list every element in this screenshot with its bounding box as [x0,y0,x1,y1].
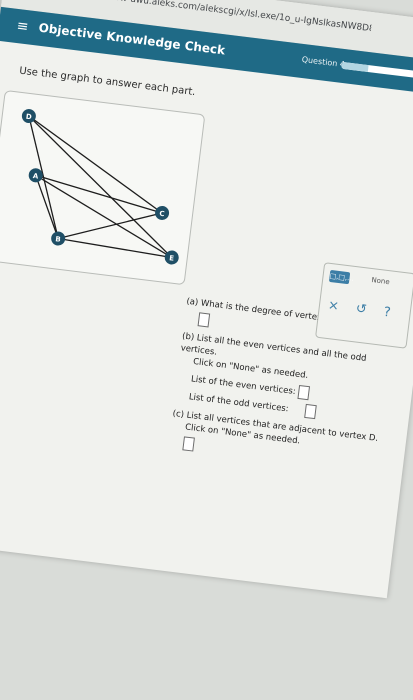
main-content: Use the graph to answer each part. D A B… [0,41,413,593]
screen-photo: ← ⟳ https://www-awu.aleks.com/alekscgi/x… [0,0,413,599]
progress-bar [340,61,413,80]
edge-A-C [35,174,163,214]
edge-A-B [35,175,59,239]
vertex-label-D: D [25,113,32,122]
progress-fill [340,61,369,73]
graph-figure: D A B C E [21,109,179,265]
edge-D-C [28,115,163,214]
graph-panel: D A B C E [0,89,206,286]
adjacent-vertices-input[interactable] [182,436,195,452]
question-label: Question 4 [301,54,346,70]
none-button[interactable]: None [371,276,390,286]
even-vertices-input[interactable] [297,384,311,401]
list-pad-button[interactable]: □,□,... [328,269,354,285]
help-icon[interactable]: ? [383,305,392,321]
undo-icon[interactable]: ↺ [355,301,368,317]
odd-vertices-input[interactable] [304,403,317,420]
toolbox-top-row: □,□,... None [328,269,410,294]
hamburger-icon[interactable]: ≡ [16,18,30,35]
answer-toolbox: □,□,... None × ↺ ? [315,262,413,349]
vertex-label-B: B [55,235,61,244]
instruction-text: Use the graph to answer each part. [18,65,197,99]
photo-stage: ← ⟳ https://www-awu.aleks.com/alekscgi/x… [0,0,413,700]
clear-icon[interactable]: × [327,298,340,314]
answer-a-input[interactable] [197,312,211,328]
vertex-label-C: C [159,210,165,219]
